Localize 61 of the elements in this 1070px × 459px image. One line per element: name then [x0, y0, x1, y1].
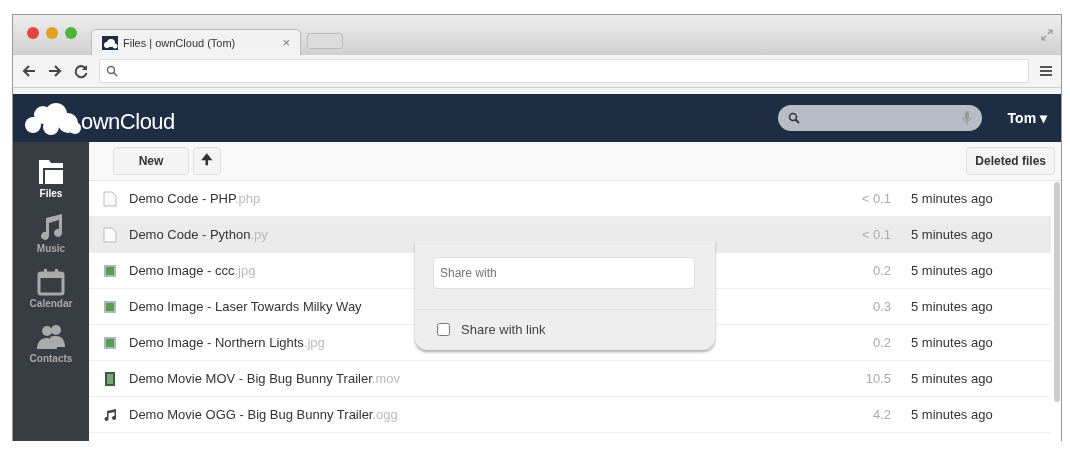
modified-time: 5 minutes ago [911, 227, 994, 242]
minimize-window-button[interactable] [46, 27, 58, 39]
back-arrow-icon[interactable] [21, 63, 37, 79]
scrollbar[interactable] [1054, 182, 1060, 402]
file-row[interactable]: Demo Movie OGG - Big Bug Bunny Trailer.ogg 4.2 5 minutes ago [89, 397, 1051, 433]
modified-time: 5 minutes ago [911, 335, 994, 350]
search-icon [106, 65, 118, 77]
tab-title: Files | ownCloud (Tom) [123, 36, 237, 49]
share-link-checkbox[interactable] [437, 323, 450, 336]
reload-icon[interactable] [73, 63, 89, 79]
deleted-files-button[interactable]: Deleted files [966, 147, 1055, 175]
file-name: Demo Image - Northern Lights.jpg [129, 335, 325, 350]
file-size: < 0.1 [860, 227, 891, 242]
logo-text: ownCloud [81, 109, 175, 135]
image-icon [103, 334, 117, 351]
modified-time: 5 minutes ago [911, 263, 994, 278]
modified-time: 5 minutes ago [911, 191, 994, 206]
film-icon [103, 370, 117, 387]
search-icon [787, 112, 800, 124]
share-with-field[interactable]: Share with [433, 257, 695, 289]
file-row[interactable]: Demo Code - Python.py < 0.1 5 minutes ago [89, 217, 1051, 253]
browser-tab[interactable]: Files | ownCloud (Tom) × [91, 29, 301, 55]
file-size: 4.2 [871, 407, 891, 422]
document-icon [103, 190, 117, 207]
sidebar-item[interactable]: Calendar [13, 264, 89, 311]
music-note-icon [103, 406, 117, 423]
share-with-link-label[interactable]: Share with link [461, 322, 546, 337]
file-size: 0.2 [871, 263, 891, 278]
cloud-favicon-icon [102, 35, 118, 50]
file-name: Demo Code - PHP.php [129, 191, 261, 206]
file-size: 0.3 [871, 299, 891, 314]
close-window-button[interactable] [27, 27, 39, 39]
user-menu[interactable]: Tom ▾ [1007, 110, 1047, 126]
sidebar-item[interactable]: Contacts [13, 319, 89, 366]
modified-time: 5 minutes ago [911, 371, 994, 386]
tab-close-button[interactable]: × [282, 35, 290, 50]
sidebar-item[interactable]: Music [13, 209, 89, 256]
document-icon [103, 226, 117, 243]
file-name: Demo Code - Python.py [129, 227, 268, 242]
modified-time: 5 minutes ago [911, 407, 994, 422]
zoom-window-button[interactable] [65, 27, 77, 39]
search-field[interactable] [777, 105, 982, 131]
upload-button[interactable]: 🠉 [193, 147, 221, 175]
file-size: 0.2 [871, 335, 891, 350]
fullscreen-icon[interactable] [1041, 29, 1053, 41]
file-size: < 0.1 [860, 191, 891, 206]
file-name: Demo Image - ccc.jpg [129, 263, 256, 278]
file-name: Demo Image - Laser Towards Milky Way [129, 299, 362, 314]
cloud-logo-icon [23, 101, 83, 135]
forward-arrow-icon[interactable] [47, 63, 63, 79]
modified-time: 5 minutes ago [911, 299, 994, 314]
file-name: Demo Movie MOV - Big Bug Bunny Trailer.mov [129, 371, 400, 386]
file-row[interactable]: Demo Movie MOV - Big Bug Bunny Trailer.mov 10.5 5 minutes ago [89, 361, 1051, 397]
new-button[interactable]: New [113, 147, 189, 175]
menu-icon[interactable] [1039, 65, 1053, 77]
calendar-icon [36, 266, 66, 298]
image-icon [103, 262, 117, 279]
image-icon [103, 298, 117, 315]
file-size: 10.5 [864, 371, 891, 386]
sidebar-item[interactable]: Files [13, 154, 89, 201]
file-name: Demo Movie OGG - Big Bug Bunny Trailer.ogg [129, 407, 398, 422]
